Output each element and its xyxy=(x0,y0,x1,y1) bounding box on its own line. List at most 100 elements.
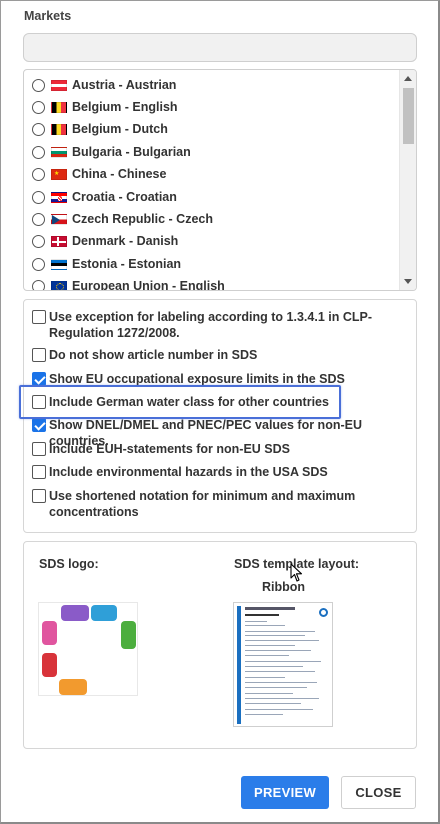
radio-button[interactable] xyxy=(32,122,45,136)
market-item-belgium-english[interactable]: Belgium - English xyxy=(32,96,178,118)
template-text-line xyxy=(245,635,305,636)
radio-button[interactable] xyxy=(32,279,45,290)
market-label: Croatia - Croatian xyxy=(72,190,177,204)
option-label: Use shortened notation for minimum and m… xyxy=(49,489,356,519)
market-label: European Union - English xyxy=(72,279,225,291)
market-label: Bulgaria - Bulgarian xyxy=(72,145,191,159)
logo-blob-purple xyxy=(61,605,89,621)
estonia-flag-icon xyxy=(51,258,67,270)
markets-list[interactable]: Austria - Austrian Belgium - English Bel… xyxy=(23,69,417,291)
market-item-bulgaria[interactable]: Bulgaria - Bulgarian xyxy=(32,141,191,163)
option-label: Use exception for labeling according to … xyxy=(49,310,372,340)
china-flag-icon: ★ xyxy=(51,168,67,180)
option-euh-statements[interactable]: Include EUH-statements for non-EU SDS xyxy=(32,441,290,457)
logo-blob-red xyxy=(42,653,57,677)
radio-button[interactable] xyxy=(32,212,45,226)
close-button[interactable]: CLOSE xyxy=(341,776,416,809)
template-badge-icon xyxy=(319,608,328,617)
option-clp-exception[interactable]: Use exception for labeling according to … xyxy=(32,309,372,341)
market-label: China - Chinese xyxy=(72,167,167,181)
checkbox[interactable] xyxy=(32,310,46,324)
template-text-line xyxy=(245,682,317,683)
radio-button[interactable] xyxy=(32,167,45,181)
template-text-line xyxy=(245,625,285,626)
markets-search-input[interactable] xyxy=(23,33,417,62)
template-header-line xyxy=(245,607,295,610)
option-label: Include EUH-statements for non-EU SDS xyxy=(49,442,290,456)
checkbox[interactable] xyxy=(32,348,46,362)
checkbox[interactable] xyxy=(32,442,46,456)
radio-button[interactable] xyxy=(32,234,45,248)
template-text-line xyxy=(245,698,319,699)
logo-blob-blue xyxy=(91,605,117,621)
eu-flag-icon xyxy=(51,280,67,290)
template-text-line xyxy=(245,645,295,646)
checkbox-checked[interactable] xyxy=(32,418,46,432)
logo-blob-pink xyxy=(42,621,57,645)
market-item-china[interactable]: ★ China - Chinese xyxy=(32,163,166,185)
sds-logo-template-panel: SDS logo: SDS template layout: Ribbon xyxy=(23,541,417,749)
denmark-flag-icon xyxy=(51,235,67,247)
market-item-austria[interactable]: Austria - Austrian xyxy=(32,74,176,96)
market-item-eu[interactable]: European Union - English xyxy=(32,275,225,291)
croatia-flag-icon xyxy=(51,191,67,203)
radio-button[interactable] xyxy=(32,100,45,114)
template-text-line xyxy=(245,640,319,641)
option-hide-article-number[interactable]: Do not show article number in SDS xyxy=(32,347,257,363)
template-text-line xyxy=(245,621,267,622)
template-text-line xyxy=(245,666,303,667)
template-text-line xyxy=(245,677,285,678)
logo-blob-orange xyxy=(59,679,87,695)
template-text-line xyxy=(245,693,293,694)
template-ribbon-bar xyxy=(237,606,241,724)
sds-logo-image[interactable] xyxy=(38,602,138,696)
checkbox[interactable] xyxy=(32,465,46,479)
sds-logo-title: SDS logo: xyxy=(39,557,99,571)
austria-flag-icon xyxy=(51,79,67,91)
scroll-down-arrow-icon[interactable] xyxy=(404,279,412,284)
belgium-flag-icon xyxy=(51,101,67,113)
market-item-belgium-dutch[interactable]: Belgium - Dutch xyxy=(32,118,168,140)
radio-button[interactable] xyxy=(32,78,45,92)
template-text-line xyxy=(245,703,301,704)
czech-flag-icon xyxy=(51,213,67,225)
market-item-croatia[interactable]: Croatia - Croatian xyxy=(32,186,177,208)
scroll-thumb[interactable] xyxy=(403,88,414,144)
market-item-czech[interactable]: Czech Republic - Czech xyxy=(32,208,213,230)
radio-button[interactable] xyxy=(32,145,45,159)
market-label: Czech Republic - Czech xyxy=(72,212,213,226)
template-text-line xyxy=(245,709,313,710)
mouse-cursor-icon xyxy=(290,563,303,582)
market-label: Austria - Austrian xyxy=(72,78,177,92)
template-text-line xyxy=(245,631,315,632)
radio-button[interactable] xyxy=(32,257,45,271)
markets-scrollbar[interactable] xyxy=(399,70,416,290)
bulgaria-flag-icon xyxy=(51,146,67,158)
template-text-line xyxy=(245,714,283,715)
option-label: Do not show article number in SDS xyxy=(49,348,258,362)
checkbox-checked[interactable] xyxy=(32,372,46,386)
template-text-line xyxy=(245,650,311,651)
market-item-denmark[interactable]: Denmark - Danish xyxy=(32,230,178,252)
markets-label: Markets xyxy=(24,9,72,23)
template-text-line xyxy=(245,661,321,662)
scroll-up-arrow-icon[interactable] xyxy=(404,76,412,81)
template-text-line xyxy=(245,655,289,656)
preview-button[interactable]: PREVIEW xyxy=(241,776,329,809)
market-item-estonia[interactable]: Estonia - Estonian xyxy=(32,253,181,275)
option-shortened-notation[interactable]: Use shortened notation for minimum and m… xyxy=(32,488,372,520)
logo-blob-green xyxy=(121,621,136,649)
option-label: Include environmental hazards in the USA… xyxy=(49,465,328,479)
sds-template-preview-image[interactable] xyxy=(233,602,333,727)
option-usa-environmental-hazards[interactable]: Include environmental hazards in the USA… xyxy=(32,464,328,480)
market-label: Estonia - Estonian xyxy=(72,257,182,271)
checkbox[interactable] xyxy=(32,489,46,503)
template-text-line xyxy=(245,614,279,616)
focus-highlight xyxy=(19,385,341,419)
template-text-line xyxy=(245,687,307,688)
radio-button[interactable] xyxy=(32,190,45,204)
market-label: Denmark - Danish xyxy=(72,234,179,248)
belgium-flag-icon xyxy=(51,123,67,135)
template-text-line xyxy=(245,671,315,672)
market-label: Belgium - English xyxy=(72,100,178,114)
